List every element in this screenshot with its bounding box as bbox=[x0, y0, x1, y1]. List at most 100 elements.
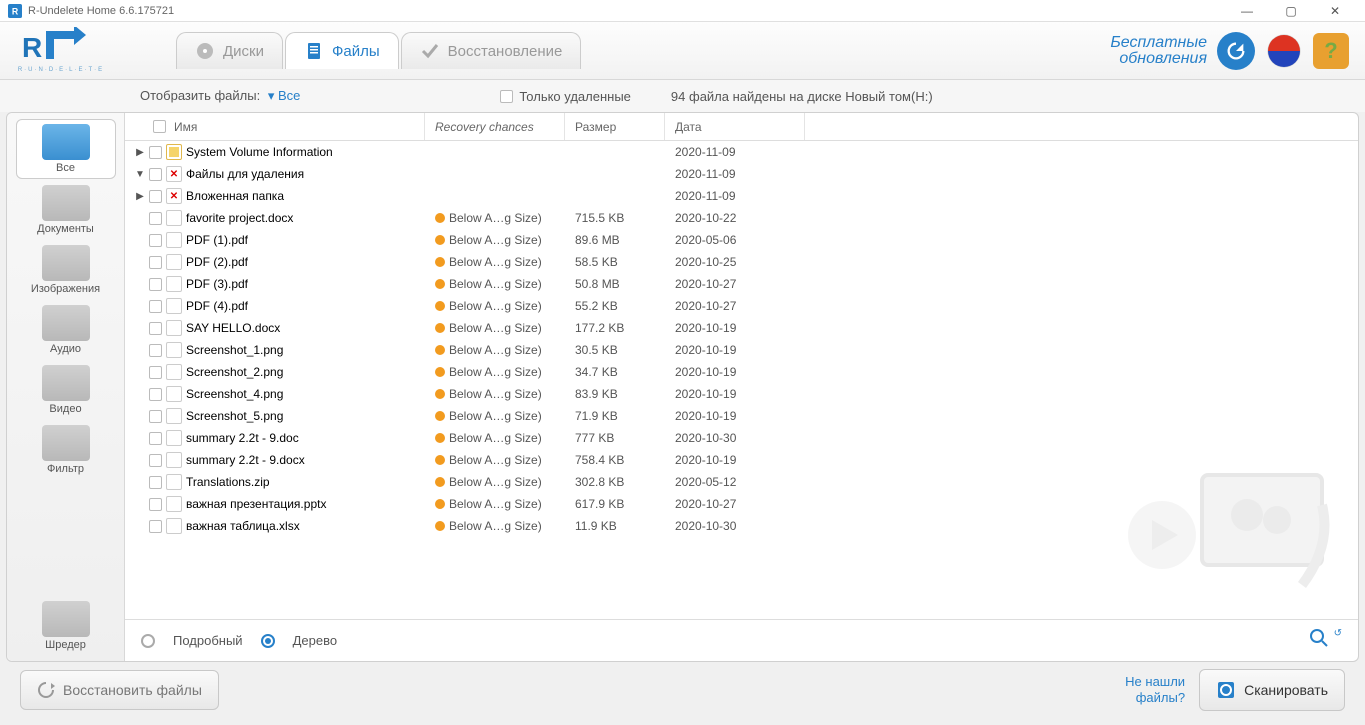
table-row[interactable]: ▶System Volume Information2020-11-09 bbox=[125, 141, 1358, 163]
file-size: 55.2 KB bbox=[565, 299, 665, 313]
table-row[interactable]: ▼✕Файлы для удаления2020-11-09 bbox=[125, 163, 1358, 185]
folder-icon bbox=[166, 144, 182, 160]
row-checkbox[interactable] bbox=[149, 388, 162, 401]
file-name: summary 2.2t - 9.doc bbox=[186, 431, 299, 445]
col-header-date[interactable]: Дата bbox=[665, 113, 805, 140]
table-row[interactable]: Translations.zipBelow A…g Size)302.8 KB2… bbox=[125, 471, 1358, 493]
language-button[interactable] bbox=[1265, 32, 1303, 70]
table-row[interactable]: важная таблица.xlsxBelow A…g Size)11.9 K… bbox=[125, 515, 1358, 537]
table-row[interactable]: PDF (1).pdfBelow A…g Size)89.6 MB2020-05… bbox=[125, 229, 1358, 251]
tab-recovery[interactable]: Восстановление bbox=[401, 32, 582, 69]
row-checkbox[interactable] bbox=[149, 212, 162, 225]
show-files-filter[interactable]: Отобразить файлы: ▾ Все bbox=[140, 88, 300, 104]
sidebar-item-video[interactable]: Видео bbox=[16, 361, 116, 419]
col-header-chance[interactable]: Recovery chances bbox=[425, 113, 565, 140]
question-icon: ? bbox=[1324, 38, 1337, 64]
file-name: Файлы для удаления bbox=[186, 167, 304, 181]
file-name: Screenshot_4.png bbox=[186, 387, 283, 401]
close-button[interactable]: ✕ bbox=[1313, 0, 1357, 22]
table-row[interactable]: ▶✕Вложенная папка2020-11-09 bbox=[125, 185, 1358, 207]
minimize-button[interactable]: — bbox=[1225, 0, 1269, 22]
documents-icon bbox=[42, 185, 90, 221]
row-checkbox[interactable] bbox=[149, 234, 162, 247]
search-icon bbox=[1309, 628, 1329, 648]
search-button[interactable]: ↺ bbox=[1309, 628, 1342, 653]
file-icon bbox=[166, 276, 182, 292]
col-header-size[interactable]: Размер bbox=[565, 113, 665, 140]
recovery-chance: Below A…g Size) bbox=[449, 233, 542, 247]
table-row[interactable]: Screenshot_5.pngBelow A…g Size)71.9 KB20… bbox=[125, 405, 1358, 427]
column-headers: Имя Recovery chances Размер Дата bbox=[125, 113, 1358, 141]
sidebar-item-shredder[interactable]: Шредер bbox=[16, 597, 116, 655]
row-checkbox[interactable] bbox=[149, 278, 162, 291]
tab-disks[interactable]: Диски bbox=[176, 32, 283, 69]
scan-button[interactable]: Сканировать bbox=[1199, 669, 1345, 711]
file-icon bbox=[166, 408, 182, 424]
file-size: 50.8 MB bbox=[565, 277, 665, 291]
table-row[interactable]: Screenshot_4.pngBelow A…g Size)83.9 KB20… bbox=[125, 383, 1358, 405]
file-icon bbox=[166, 430, 182, 446]
status-dot bbox=[435, 499, 445, 509]
updates-button[interactable] bbox=[1217, 32, 1255, 70]
tab-files[interactable]: Файлы bbox=[285, 32, 399, 69]
file-name: SAY HELLO.docx bbox=[186, 321, 280, 335]
bottom-bar: Восстановить файлы Не нашли файлы? Скани… bbox=[0, 662, 1365, 718]
not-found-link[interactable]: Не нашли файлы? bbox=[1125, 674, 1185, 705]
table-row[interactable]: Screenshot_2.pngBelow A…g Size)34.7 KB20… bbox=[125, 361, 1358, 383]
files-icon bbox=[304, 41, 324, 61]
row-checkbox[interactable] bbox=[149, 410, 162, 423]
table-row[interactable]: summary 2.2t - 9.docBelow A…g Size)777 K… bbox=[125, 427, 1358, 449]
row-checkbox[interactable] bbox=[149, 498, 162, 511]
row-checkbox[interactable] bbox=[149, 454, 162, 467]
radio-tree[interactable] bbox=[261, 634, 275, 648]
sidebar-item-documents[interactable]: Документы bbox=[16, 181, 116, 239]
row-checkbox[interactable] bbox=[149, 168, 162, 181]
row-checkbox[interactable] bbox=[149, 520, 162, 533]
select-all-checkbox[interactable] bbox=[153, 120, 166, 133]
sidebar-item-audio[interactable]: Аудио bbox=[16, 301, 116, 359]
row-checkbox[interactable] bbox=[149, 366, 162, 379]
row-checkbox[interactable] bbox=[149, 432, 162, 445]
col-header-name[interactable]: Имя bbox=[125, 113, 425, 140]
expand-toggle[interactable]: ▼ bbox=[135, 169, 145, 180]
file-name: PDF (3).pdf bbox=[186, 277, 248, 291]
table-row[interactable]: Screenshot_1.pngBelow A…g Size)30.5 KB20… bbox=[125, 339, 1358, 361]
recover-button[interactable]: Восстановить файлы bbox=[20, 670, 219, 710]
sidebar-item-filter[interactable]: Фильтр bbox=[16, 421, 116, 479]
deleted-only-checkbox[interactable]: Только удаленные bbox=[500, 89, 631, 104]
status-dot bbox=[435, 235, 445, 245]
help-button[interactable]: ? bbox=[1313, 33, 1349, 69]
file-icon bbox=[166, 364, 182, 380]
checkbox-icon bbox=[500, 90, 513, 103]
table-row[interactable]: summary 2.2t - 9.docxBelow A…g Size)758.… bbox=[125, 449, 1358, 471]
recovery-chance: Below A…g Size) bbox=[449, 431, 542, 445]
main-panel: Все Документы Изображения Аудио Видео Фи… bbox=[6, 112, 1359, 662]
row-checkbox[interactable] bbox=[149, 322, 162, 335]
file-name: важная презентация.pptx bbox=[186, 497, 326, 511]
updates-text[interactable]: Бесплатные обновления bbox=[1110, 35, 1207, 67]
expand-toggle[interactable]: ▶ bbox=[135, 147, 145, 158]
row-checkbox[interactable] bbox=[149, 256, 162, 269]
file-date: 2020-10-19 bbox=[665, 343, 805, 357]
row-checkbox[interactable] bbox=[149, 476, 162, 489]
file-date: 2020-10-19 bbox=[665, 365, 805, 379]
file-icon bbox=[166, 386, 182, 402]
expand-toggle[interactable]: ▶ bbox=[135, 191, 145, 202]
sidebar-item-all[interactable]: Все bbox=[16, 119, 116, 179]
table-row[interactable]: PDF (4).pdfBelow A…g Size)55.2 KB2020-10… bbox=[125, 295, 1358, 317]
table-row[interactable]: PDF (2).pdfBelow A…g Size)58.5 KB2020-10… bbox=[125, 251, 1358, 273]
table-row[interactable]: PDF (3).pdfBelow A…g Size)50.8 MB2020-10… bbox=[125, 273, 1358, 295]
table-row[interactable]: favorite project.docxBelow A…g Size)715.… bbox=[125, 207, 1358, 229]
table-row[interactable]: SAY HELLO.docxBelow A…g Size)177.2 KB202… bbox=[125, 317, 1358, 339]
row-checkbox[interactable] bbox=[149, 190, 162, 203]
sidebar-item-images[interactable]: Изображения bbox=[16, 241, 116, 299]
table-row[interactable]: важная презентация.pptxBelow A…g Size)61… bbox=[125, 493, 1358, 515]
row-checkbox[interactable] bbox=[149, 146, 162, 159]
status-dot bbox=[435, 455, 445, 465]
main-tabs: Диски Файлы Восстановление bbox=[176, 32, 583, 69]
radio-detailed[interactable] bbox=[141, 634, 155, 648]
row-checkbox[interactable] bbox=[149, 300, 162, 313]
row-checkbox[interactable] bbox=[149, 344, 162, 357]
maximize-button[interactable]: ▢ bbox=[1269, 0, 1313, 22]
file-name: Translations.zip bbox=[186, 475, 270, 489]
